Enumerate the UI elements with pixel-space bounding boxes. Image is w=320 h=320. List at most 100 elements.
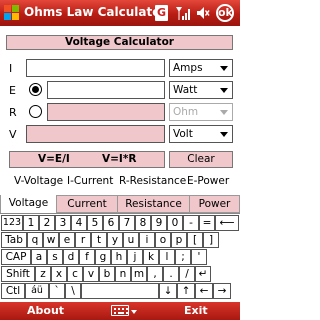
keyboard-icon[interactable]	[111, 305, 129, 316]
resistance-radio[interactable]	[29, 105, 42, 118]
key-k[interactable]: k	[143, 249, 159, 265]
key-q[interactable]: q	[27, 232, 43, 248]
key-equals[interactable]: =	[199, 215, 215, 231]
input-menu-arrow-icon[interactable]	[131, 310, 137, 314]
key-s[interactable]: s	[47, 249, 63, 265]
arrow-up-key[interactable]: ↑	[177, 283, 195, 299]
key-caps[interactable]: CAP	[1, 249, 31, 265]
key-n[interactable]: n	[115, 266, 131, 282]
key-1[interactable]: 1	[23, 215, 39, 231]
key-2[interactable]: 2	[39, 215, 55, 231]
current-unit-dropdown[interactable]: Amps	[169, 59, 233, 77]
key-semicolon[interactable]: ;	[175, 249, 191, 265]
key-bracket-left[interactable]: [	[187, 232, 203, 248]
tab-power[interactable]: Power	[190, 196, 240, 213]
windows-start-icon[interactable]	[4, 5, 20, 21]
current-label: I	[9, 62, 13, 75]
tab-resistance[interactable]: Resistance	[118, 196, 190, 213]
voltage-unit-value: Volt	[173, 128, 193, 140]
calculator-panel: Voltage Calculator I Amps E Watt R Ohm V…	[5, 30, 235, 198]
key-r[interactable]: r	[75, 232, 91, 248]
power-unit-dropdown[interactable]: Watt	[169, 81, 233, 99]
key-d[interactable]: d	[63, 249, 79, 265]
voltage-label: V	[9, 128, 17, 141]
key-accents[interactable]: áü	[25, 283, 49, 299]
key-h[interactable]: h	[111, 249, 127, 265]
voltage-output[interactable]	[26, 125, 165, 143]
voltage-unit-dropdown[interactable]: Volt	[169, 125, 233, 143]
key-7[interactable]: 7	[119, 215, 135, 231]
ok-button[interactable]: ok	[216, 4, 234, 22]
key-123[interactable]: 123	[1, 215, 23, 231]
legend-voltage: V-Voltage	[14, 175, 64, 187]
chevron-down-icon	[220, 132, 228, 137]
tab-voltage[interactable]: Voltage	[0, 195, 57, 214]
arrow-right-key[interactable]: →	[213, 283, 231, 299]
key-apostrophe[interactable]: '	[191, 249, 207, 265]
key-c[interactable]: c	[67, 266, 83, 282]
about-softkey[interactable]: About	[27, 304, 64, 317]
calculator-title: Voltage Calculator	[6, 35, 233, 50]
key-3[interactable]: 3	[55, 215, 71, 231]
key-4[interactable]: 4	[71, 215, 87, 231]
key-9[interactable]: 9	[151, 215, 167, 231]
power-radio[interactable]	[29, 83, 42, 96]
key-x[interactable]: x	[51, 266, 67, 282]
key-w[interactable]: w	[43, 232, 59, 248]
key-period[interactable]: .	[163, 266, 179, 282]
title-bar: Ohms Law Calculator G ok	[0, 0, 240, 26]
chevron-down-icon	[220, 66, 228, 71]
arrow-down-key[interactable]: ↓	[159, 283, 177, 299]
exit-softkey[interactable]: Exit	[184, 304, 208, 317]
g-icon[interactable]: G	[155, 5, 168, 21]
key-o[interactable]: o	[155, 232, 171, 248]
key-z[interactable]: z	[35, 266, 51, 282]
key-t[interactable]: t	[91, 232, 107, 248]
key-m[interactable]: m	[131, 266, 147, 282]
clear-button[interactable]: Clear	[169, 151, 233, 168]
resistance-label: R	[9, 106, 17, 119]
resistance-unit-dropdown[interactable]: Ohm	[169, 103, 233, 121]
tab-bar: Voltage Current Resistance Power	[0, 195, 240, 214]
key-6[interactable]: 6	[103, 215, 119, 231]
key-shift[interactable]: Shift	[1, 266, 35, 282]
tab-current[interactable]: Current	[57, 196, 118, 213]
key-bracket-right[interactable]: ]	[203, 232, 219, 248]
key-a[interactable]: a	[31, 249, 47, 265]
power-input[interactable]	[47, 81, 165, 99]
key-8[interactable]: 8	[135, 215, 151, 231]
key-e[interactable]: e	[59, 232, 75, 248]
key-u[interactable]: u	[123, 232, 139, 248]
backspace-key[interactable]: ⟵	[215, 215, 239, 231]
key-0[interactable]: 0	[167, 215, 183, 231]
key-comma[interactable]: ,	[147, 266, 163, 282]
volume-muted-icon[interactable]	[196, 5, 210, 21]
key-g[interactable]: g	[95, 249, 111, 265]
resistance-unit-value: Ohm	[173, 106, 199, 118]
key-tab[interactable]: Tab	[1, 232, 27, 248]
arrow-left-key[interactable]: ←	[195, 283, 213, 299]
key-backslash[interactable]: \	[65, 283, 81, 299]
key-f[interactable]: f	[79, 249, 95, 265]
current-input[interactable]	[26, 59, 165, 77]
key-i[interactable]: i	[139, 232, 155, 248]
key-v[interactable]: v	[83, 266, 99, 282]
key-l[interactable]: l	[159, 249, 175, 265]
key-5[interactable]: 5	[87, 215, 103, 231]
current-unit-value: Amps	[173, 62, 203, 74]
key-ctrl[interactable]: Ctl	[1, 283, 25, 299]
key-y[interactable]: y	[107, 232, 123, 248]
soft-keyboard: 123 1 2 3 4 5 6 7 8 9 0 - = ⟵ Tab q w e …	[0, 213, 240, 302]
resistance-input[interactable]	[47, 103, 165, 121]
app-title: Ohms Law Calculator	[24, 5, 167, 19]
signal-icon[interactable]	[175, 5, 191, 21]
key-p[interactable]: p	[171, 232, 187, 248]
space-key[interactable]	[81, 283, 159, 299]
legend-power: E-Power	[187, 175, 230, 187]
key-slash[interactable]: /	[179, 266, 195, 282]
enter-key[interactable]: ↵	[195, 266, 211, 282]
key-b[interactable]: b	[99, 266, 115, 282]
key-backtick[interactable]: `	[49, 283, 65, 299]
key-minus[interactable]: -	[183, 215, 199, 231]
key-j[interactable]: j	[127, 249, 143, 265]
